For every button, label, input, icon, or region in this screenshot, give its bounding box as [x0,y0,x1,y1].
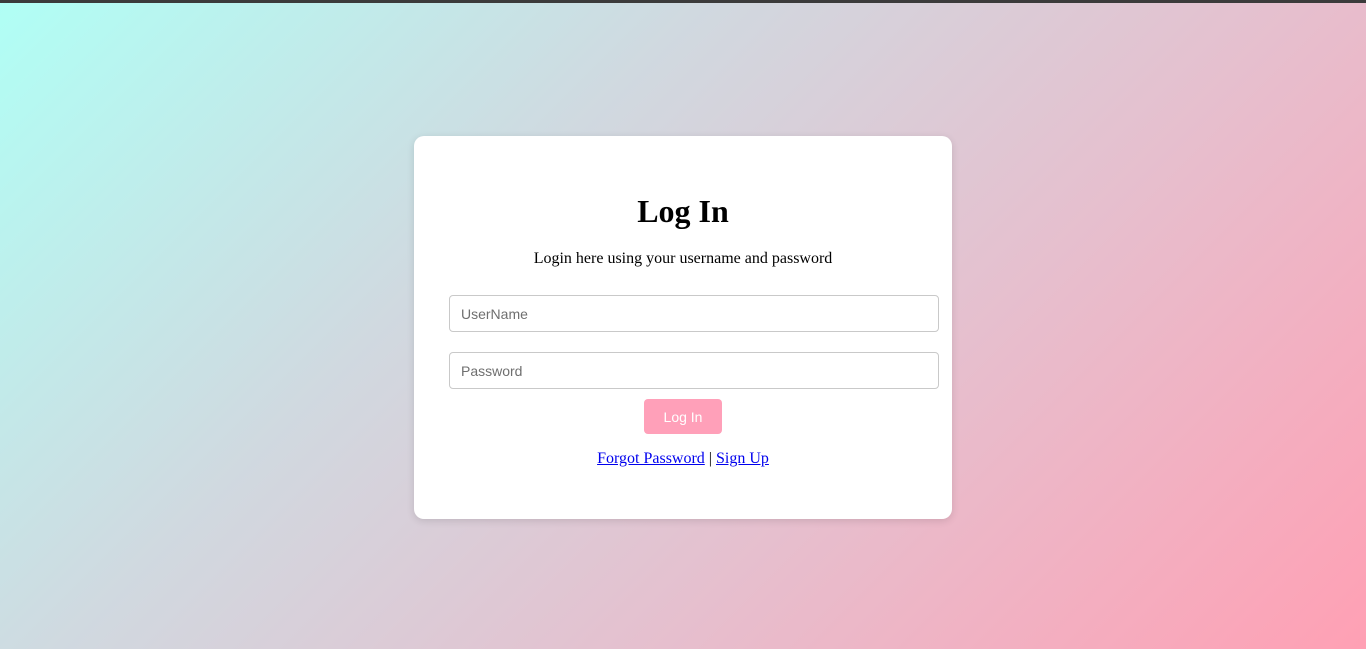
sign-up-link[interactable]: Sign Up [716,450,769,467]
link-separator: | [708,450,712,467]
login-instructions: Login here using your username and passw… [533,250,833,267]
page-title: Log In [637,193,729,229]
browser-top-edge [0,0,1366,3]
forgot-password-link[interactable]: Forgot Password [597,450,705,467]
login-button[interactable]: Log In [644,399,722,434]
username-input[interactable] [449,295,939,332]
login-card: Log In Login here using your username an… [414,136,952,519]
auth-links: Forgot Password | Sign Up [414,449,952,469]
password-input[interactable] [449,352,939,389]
